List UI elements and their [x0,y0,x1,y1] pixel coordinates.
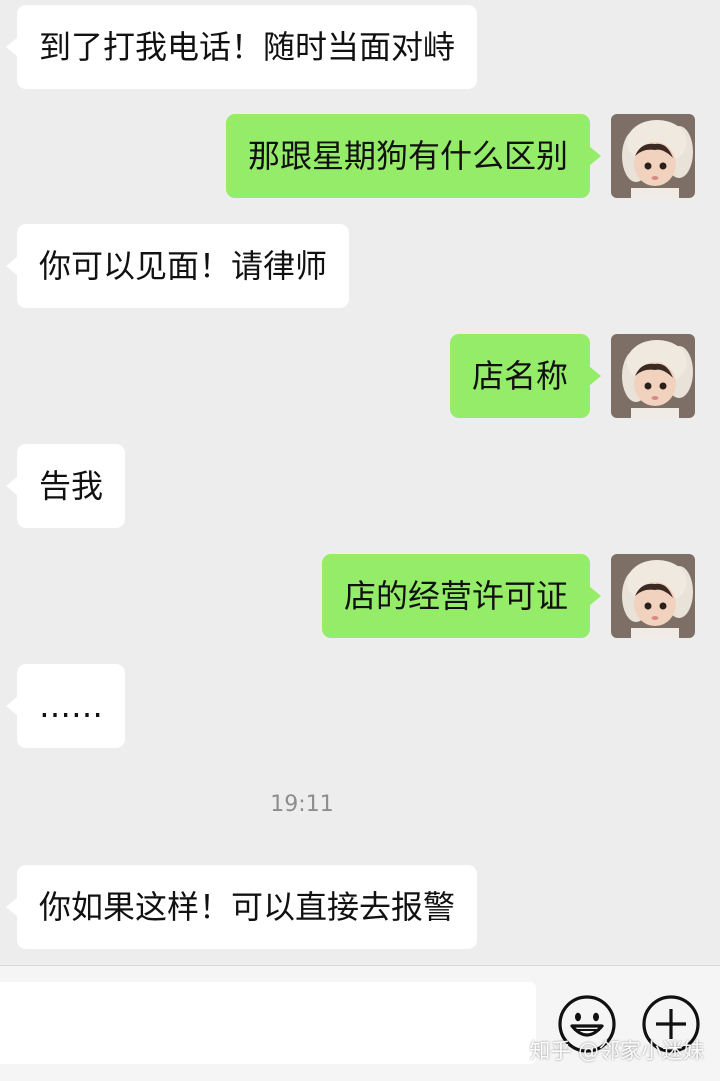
chat-input-bar: 知乎 @邻家小迷妹 [0,965,720,1081]
message-bubble-incoming[interactable]: 你如果这样！可以直接去报警 [5,865,478,949]
message-bubble-incoming[interactable]: 到了打我电话！随时当面对峙 [5,5,478,89]
user-avatar[interactable] [611,334,695,418]
message-bubble-incoming[interactable]: 你可以见面！请律师 [5,224,350,308]
message-bubble-outgoing[interactable]: 店的经营许可证 [321,554,602,638]
watermark: 知乎 @邻家小迷妹 [529,1039,704,1063]
user-avatar[interactable] [611,114,695,198]
user-avatar[interactable] [611,554,695,638]
message-bubble-incoming[interactable]: …… [6,664,125,748]
message-bubble-incoming[interactable]: 告我 [5,444,126,528]
message-timestamp: 19:11 [270,792,334,817]
message-bubble-outgoing[interactable]: 店名称 [449,334,602,418]
message-bubble-outgoing[interactable]: 那跟星期狗有什么区别 [225,114,602,198]
message-input[interactable] [0,982,536,1064]
chat-message-list[interactable]: 到了打我电话！随时当面对峙 那跟星期狗有什么区别 你可以见面！请律师 店名称 告… [0,0,720,965]
